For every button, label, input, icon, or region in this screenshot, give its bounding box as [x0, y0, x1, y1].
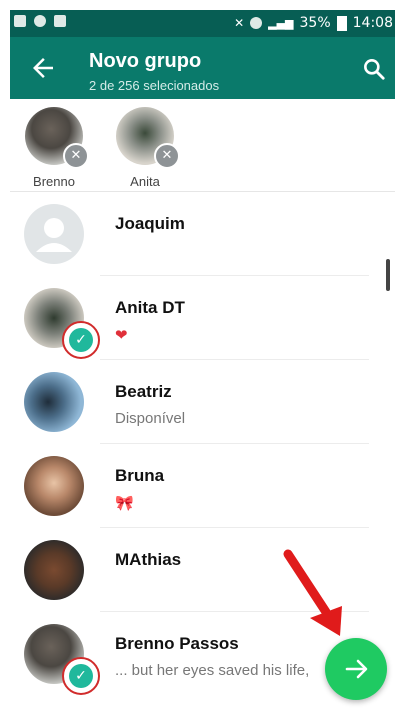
battery-percentage: 35%: [299, 15, 331, 31]
contact-name: MAthias: [115, 550, 182, 569]
search-icon[interactable]: [361, 56, 387, 82]
avatar: [24, 204, 84, 264]
selected-chip[interactable]: ✕ Brenno: [24, 107, 89, 189]
status-bar: ✕ ▂▄▆ 35% 14:08: [10, 10, 395, 37]
contact-name: Beatriz: [115, 382, 172, 401]
alarm-icon: [250, 17, 263, 29]
signal-icon: ▂▄▆: [268, 16, 294, 30]
selected-contacts-bar: ✕ Brenno ✕ Anita: [10, 99, 395, 191]
list-item[interactable]: Beatriz Disponível: [10, 360, 395, 444]
battery-icon: [336, 15, 347, 31]
avatar: [24, 456, 84, 516]
remove-icon[interactable]: ✕: [63, 143, 89, 169]
page-title: Novo grupo: [89, 50, 202, 72]
status-notification-icons: [14, 15, 66, 27]
spotify-icon: [34, 15, 46, 27]
list-item[interactable]: ✓ Anita DT ❤: [10, 276, 395, 360]
avatar: ✕: [25, 107, 89, 169]
selected-chip[interactable]: ✕ Anita: [115, 107, 180, 189]
selection-count: 2 de 256 selecionados: [89, 78, 220, 93]
avatar: [24, 372, 84, 432]
status-system-icons: ✕ ▂▄▆ 35% 14:08: [234, 15, 393, 31]
scrollbar-thumb[interactable]: [386, 259, 390, 291]
contact-name: Brenno Passos: [115, 634, 239, 653]
selected-check-icon: ✓: [62, 657, 100, 695]
contact-name: Anita DT: [115, 298, 185, 317]
contact-status: ❤: [115, 327, 128, 344]
contact-status: Disponível: [115, 410, 186, 427]
contact-name: Joaquim: [115, 214, 185, 233]
status-time: 14:08: [352, 15, 393, 31]
arrow-right-icon: [345, 659, 368, 679]
clipboard-icon: [54, 15, 66, 27]
mute-icon: ✕: [234, 16, 245, 30]
app-bar: Novo grupo 2 de 256 selecionados: [10, 37, 395, 99]
avatar: [24, 540, 84, 600]
avatar: ✕: [116, 107, 180, 169]
selected-check-icon: ✓: [62, 321, 100, 359]
annotation-arrow-icon: [283, 549, 342, 636]
selected-chip-name: Brenno: [33, 174, 75, 189]
remove-icon[interactable]: ✕: [154, 143, 180, 169]
contact-status: ... but her eyes saved his life,: [115, 662, 310, 679]
arrow-left-icon[interactable]: [28, 53, 58, 83]
list-item[interactable]: Bruna 🎀: [10, 444, 395, 528]
next-button[interactable]: [325, 638, 387, 700]
gallery-icon: [14, 15, 26, 27]
contact-name: Bruna: [115, 466, 165, 485]
contact-status: 🎀: [115, 495, 134, 512]
list-item[interactable]: Joaquim: [10, 192, 395, 276]
selected-chip-name: Anita: [130, 174, 160, 189]
